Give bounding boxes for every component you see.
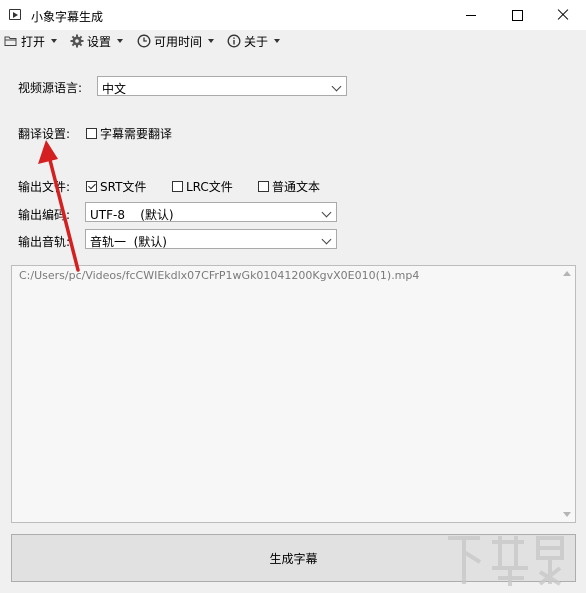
plain-text-checkbox-label: 普通文本 — [272, 180, 321, 194]
menu-open[interactable]: 打开 — [4, 32, 58, 50]
lrc-checkbox[interactable]: LRC文件 — [172, 178, 233, 195]
translation-label: 翻译设置: — [18, 127, 71, 141]
minimize-button[interactable] — [448, 0, 494, 30]
chevron-down-icon — [331, 81, 342, 92]
translation-checkbox[interactable]: 字幕需要翻译 — [86, 125, 172, 142]
srt-checkbox-label: SRT文件 — [100, 180, 147, 194]
close-icon — [557, 9, 569, 21]
gear-icon — [70, 34, 84, 48]
chevron-down-icon — [321, 207, 332, 218]
menu-settings[interactable]: 设置 — [70, 32, 124, 50]
menu-about-label: 关于 — [244, 34, 269, 49]
chevron-down-icon — [208, 39, 215, 43]
srt-checkbox-box[interactable] — [86, 181, 97, 192]
translation-checkbox-label: 字幕需要翻译 — [100, 127, 173, 141]
output-file-label: 输出文件: — [18, 180, 71, 194]
source-language-value: 中文 — [102, 82, 127, 96]
maximize-button[interactable] — [494, 0, 540, 30]
output-track-select[interactable]: 音轨一 (默认) — [85, 229, 337, 249]
close-button[interactable] — [540, 0, 586, 30]
menu-open-label: 打开 — [21, 34, 46, 49]
clock-icon — [137, 34, 151, 48]
plain-text-checkbox-box[interactable] — [258, 181, 269, 192]
title-bar: 小象字幕生成 — [0, 0, 586, 30]
file-list[interactable]: C:/Users/pc/Videos/fcCWIEkdlx07CFrP1wGk0… — [11, 265, 576, 523]
srt-checkbox[interactable]: SRT文件 — [86, 178, 146, 195]
source-language-select[interactable]: 中文 — [97, 76, 347, 96]
output-encoding-select[interactable]: UTF-8 (默认) — [85, 202, 337, 222]
info-icon — [227, 34, 241, 48]
folder-icon — [4, 34, 18, 48]
maximize-icon — [511, 9, 523, 21]
output-track-value: 音轨一 (默认) — [90, 235, 167, 249]
menu-bar: 打开 设置 可用时间 关于 — [0, 30, 586, 52]
scroll-up-icon[interactable] — [563, 271, 571, 276]
source-language-label: 视频源语言: — [18, 81, 83, 95]
lrc-checkbox-box[interactable] — [172, 181, 183, 192]
watermark-logo — [440, 528, 580, 590]
menu-time-label: 可用时间 — [154, 34, 203, 49]
output-encoding-value: UTF-8 (默认) — [90, 208, 174, 222]
chevron-down-icon — [274, 39, 281, 43]
menu-about[interactable]: 关于 — [227, 32, 281, 50]
menu-time[interactable]: 可用时间 — [137, 32, 215, 50]
output-track-label: 输出音轨: — [18, 235, 71, 249]
minimize-icon — [466, 14, 476, 16]
translation-checkbox-box[interactable] — [86, 128, 97, 139]
output-encoding-label: 输出编码: — [18, 208, 71, 222]
plain-text-checkbox[interactable]: 普通文本 — [258, 178, 320, 195]
chevron-down-icon — [51, 39, 58, 43]
menu-settings-label: 设置 — [87, 34, 112, 49]
app-icon — [9, 9, 21, 20]
window-title: 小象字幕生成 — [31, 10, 104, 24]
chevron-down-icon — [117, 39, 124, 43]
lrc-checkbox-label: LRC文件 — [186, 180, 233, 194]
file-list-item[interactable]: C:/Users/pc/Videos/fcCWIEkdlx07CFrP1wGk0… — [19, 269, 419, 282]
scroll-down-icon[interactable] — [563, 512, 571, 517]
chevron-down-icon — [321, 234, 332, 245]
